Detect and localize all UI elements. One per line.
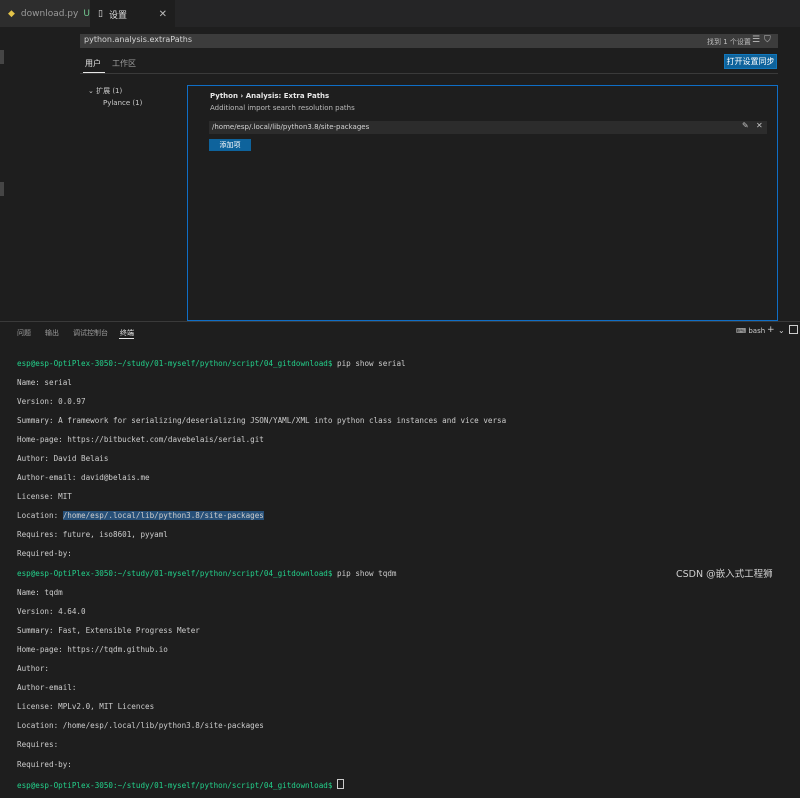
modified-badge: U [83,8,90,19]
terminal-shell-selector[interactable]: ⌨ bash [736,327,765,335]
panel-tab-problems[interactable]: 问题 [17,328,31,338]
close-icon[interactable]: ✕ [159,9,167,20]
selected-text: /home/esp/.local/lib/python3.8/site-pack… [62,511,264,521]
shell-label: bash [748,327,766,335]
terminal-line: Summary: Fast, Extensible Progress Meter [17,625,200,635]
setting-title-name: Extra Paths [283,92,330,100]
terminal-command: pip show serial [332,358,406,368]
tab-download-py[interactable]: ◆ download.py U [0,0,90,27]
terminal-line: Required-by: [17,549,72,559]
search-result-count: 找到 1 个设置 [707,38,751,46]
terminal-icon: ⌨ [736,327,749,335]
panel-tab-debug-console[interactable]: 调试控制台 [73,328,108,338]
terminal-line: Name: serial [17,377,72,387]
add-item-button[interactable]: 添加项 [209,139,251,151]
chevron-down-icon[interactable]: ⌄ [778,326,785,335]
terminal-line: Name: tqdm [17,587,63,597]
terminal-prompt: esp@esp-OptiPlex-3050:~/study/01-myself/… [17,780,333,790]
chevron-down-icon: ⌄ [88,87,97,95]
terminal-line: Author-email: [17,683,77,693]
divider [80,73,778,74]
tab-label: download.py [20,8,79,19]
close-icon[interactable]: ✕ [756,121,763,130]
active-panel-indicator [119,338,134,339]
panel-tab-terminal[interactable]: 终端 [120,328,134,338]
watermark: CSDN @嵌入式工程狮 [676,569,773,580]
tree-item-pylance[interactable]: Pylance (1) [103,99,142,107]
edit-icon[interactable]: ✎ [742,121,749,130]
split-terminal-icon[interactable] [789,325,798,334]
new-terminal-icon[interactable]: + [767,325,775,335]
terminal-line: Home-page: https://tqdm.github.io [17,644,168,654]
terminal-line: Requires: [17,740,59,750]
terminal-line: Location: /home/esp/.local/lib/python3.8… [17,511,506,521]
terminal-line: Summary: A framework for serializing/des… [17,415,507,425]
terminal-line: Version: 4.64.0 [17,606,86,616]
terminal-line: Author: [17,664,50,674]
gutter-marker [0,50,4,64]
terminal-line: Version: 0.0.97 [17,396,86,406]
panel-divider [0,321,800,322]
terminal-line: esp@esp-OptiPlex-3050:~/study/01-myself/… [17,778,506,790]
search-value: python.analysis.extraPaths [84,35,193,44]
terminal-line: Author-email: david@belais.me [17,473,150,483]
filter-icon[interactable]: ⛉ [764,35,771,45]
clear-filter-icon[interactable]: ☰ [752,35,760,45]
settings-sync-button[interactable]: 打开设置同步 [724,54,777,69]
terminal-command: pip show tqdm [332,568,397,578]
terminal-prompt: esp@esp-OptiPlex-3050:~/study/01-myself/… [17,568,333,578]
gutter-marker [0,182,4,196]
location-label: Location: [17,511,63,521]
scope-tab-workspace[interactable]: 工作区 [112,58,136,69]
setting-title-prefix: Python › Analysis: [210,92,284,100]
python-file-icon: ◆ [8,8,15,19]
terminal-line: esp@esp-OptiPlex-3050:~/study/01-myself/… [17,359,506,369]
setting-title: Python › Analysis: Extra Paths [210,92,329,100]
tree-item-extensions[interactable]: ⌄ 扩展 (1) [88,86,122,96]
terminal-line: esp@esp-OptiPlex-3050:~/study/01-myself/… [17,569,506,579]
terminal-cursor [337,778,345,789]
tab-settings[interactable]: ▯ 设置 ✕ [90,0,175,27]
terminal-output[interactable]: esp@esp-OptiPlex-3050:~/study/01-myself/… [17,349,506,798]
path-value: /home/esp/.local/lib/python3.8/site-pack… [212,123,370,131]
terminal-line: Location: /home/esp/.local/lib/python3.8… [17,721,264,731]
terminal-line: Required-by: [17,759,72,769]
terminal-line: License: MPLv2.0, MIT Licences [17,702,155,712]
terminal-line: Author: David Belais [17,454,109,464]
setting-description: Additional import search resolution path… [210,104,355,112]
scope-tab-user[interactable]: 用户 [85,58,101,69]
terminal-line: Requires: future, iso8601, pyyaml [17,530,168,540]
terminal-line: License: MIT [17,492,72,502]
panel-tab-output[interactable]: 输出 [45,328,59,338]
terminal-prompt: esp@esp-OptiPlex-3050:~/study/01-myself/… [17,358,333,368]
tab-label: 设置 [108,10,127,21]
terminal-line: Home-page: https://bitbucket.com/davebel… [17,434,264,444]
tree-label: 扩展 (1) [96,87,123,95]
file-icon: ▯ [98,9,103,19]
